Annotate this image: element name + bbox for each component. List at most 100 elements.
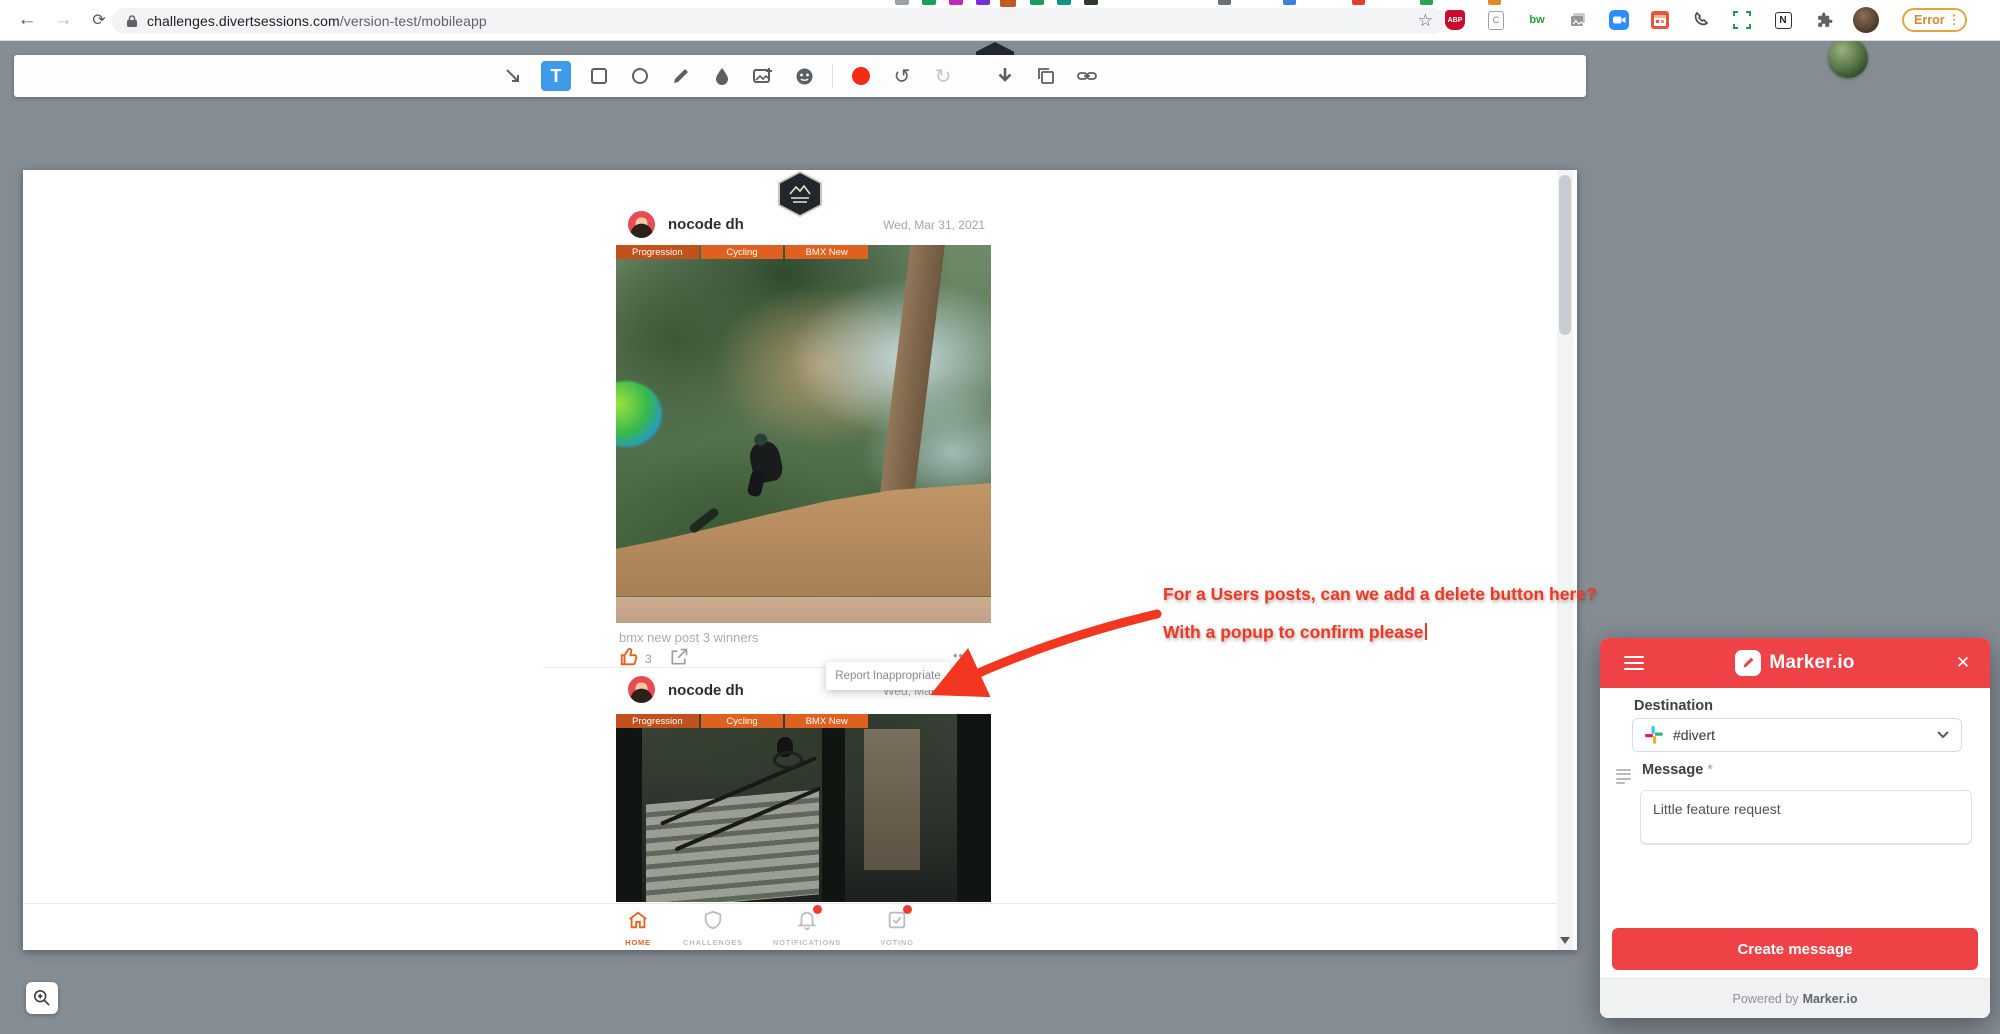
copy-icon[interactable]: [1033, 63, 1059, 89]
post-caption: bmx new post 3 winners: [619, 630, 758, 645]
message-label: Message *: [1642, 762, 1713, 778]
destination-label: Destination: [1634, 698, 1713, 714]
browser-profile-avatar[interactable]: [1853, 7, 1879, 33]
tab-fragment: [922, 0, 936, 5]
destination-value: #divert: [1673, 727, 1715, 743]
vote-checkbox-icon: [886, 909, 908, 931]
thumbs-up-icon: [619, 646, 641, 668]
export-tools-group: [992, 63, 1100, 89]
bitwarden-extension-icon[interactable]: bw: [1525, 8, 1549, 32]
tab-fragment: [1488, 0, 1501, 5]
pen-tool-icon[interactable]: [668, 63, 694, 89]
marker-close-button[interactable]: ✕: [1952, 653, 1974, 673]
notion-extension-icon[interactable]: N: [1771, 8, 1795, 32]
tab-progression[interactable]: Progression: [616, 714, 699, 728]
site-header-avatar[interactable]: [1828, 38, 1868, 78]
post-author-name: nocode dh: [668, 682, 744, 699]
photos-extension-icon[interactable]: [1566, 8, 1590, 32]
home-icon: [627, 909, 649, 931]
adblock-extension-icon[interactable]: ABP: [1443, 8, 1467, 32]
message-input[interactable]: Little feature request: [1640, 790, 1972, 844]
emoji-tool-icon[interactable]: [791, 63, 817, 89]
redo-icon[interactable]: ↻: [930, 63, 956, 89]
external-link-icon: [669, 647, 689, 667]
nav-voting[interactable]: VOTING: [852, 909, 942, 947]
link-icon[interactable]: [1074, 63, 1100, 89]
post-photo-skate-ramp: [616, 245, 991, 623]
page-scrollbar[interactable]: [1557, 170, 1573, 950]
tab-cycling[interactable]: Cycling: [701, 714, 784, 728]
nav-challenges[interactable]: CHALLENGES: [668, 909, 758, 947]
tab-bmx-new[interactable]: BMX New: [785, 245, 868, 259]
rectangle-tool-icon[interactable]: [586, 63, 612, 89]
share-button[interactable]: [669, 647, 689, 667]
tab-fragment: [895, 0, 909, 5]
chevron-down-icon: [1937, 726, 1949, 744]
error-label: Error: [1914, 13, 1945, 27]
app-bottom-nav: HOME CHALLENGES NOTIFICATIONS: [23, 903, 1557, 950]
address-bar[interactable]: challenges.divertsessions.com/version-te…: [112, 8, 1445, 34]
magnifier-plus-icon: [33, 989, 51, 1007]
marker-menu-button[interactable]: [1624, 652, 1644, 674]
tab-fragment: [1352, 0, 1365, 5]
marker-logo: Marker.io: [1600, 650, 1990, 676]
bookmark-star-icon[interactable]: ☆: [1418, 11, 1433, 31]
bell-icon: [796, 909, 818, 931]
reload-button[interactable]: ⟳: [86, 7, 112, 33]
ellipse-tool-icon[interactable]: [627, 63, 653, 89]
phone-extension-icon[interactable]: [1689, 8, 1713, 32]
blur-tool-icon[interactable]: [709, 63, 735, 89]
marker-widget: Marker.io ✕ Destination #divert Message …: [1600, 638, 1990, 1018]
annotation-text-2[interactable]: With a popup to confirm please: [1163, 622, 1427, 643]
category-tabs: Progression Cycling BMX New: [616, 714, 868, 728]
tab-fragment: [1000, 0, 1016, 7]
tab-fragment: [1084, 0, 1098, 5]
post-author-name: nocode dh: [668, 216, 744, 233]
image-tool-icon[interactable]: [750, 63, 776, 89]
create-message-button[interactable]: Create message: [1612, 928, 1978, 970]
stair-set: [646, 789, 819, 902]
site-logo[interactable]: [778, 171, 822, 217]
forward-button[interactable]: →: [50, 7, 76, 33]
notification-badge: [813, 905, 822, 914]
arrow-tool-icon[interactable]: [500, 63, 526, 89]
nav-notifications[interactable]: NOTIFICATIONS: [762, 909, 852, 947]
marker-header: Marker.io ✕: [1600, 638, 1990, 688]
tab-fragment: [949, 0, 963, 5]
tab-bmx-new[interactable]: BMX New: [785, 714, 868, 728]
marker-footer-brand[interactable]: Marker.io: [1803, 992, 1858, 1006]
zoom-button[interactable]: [26, 982, 58, 1014]
undo-icon[interactable]: ↺: [889, 63, 915, 89]
toolbar-divider: [832, 64, 833, 88]
download-icon[interactable]: [992, 63, 1018, 89]
post-author-avatar[interactable]: [628, 676, 655, 703]
browser-error-menu[interactable]: Error ⋮: [1902, 8, 1967, 32]
screen: ← → ⟳ challenges.divertsessions.com/vers…: [0, 0, 2000, 1034]
slack-icon: [1645, 726, 1663, 744]
marker-footer: Powered by Marker.io: [1600, 978, 1990, 1018]
voting-badge: [903, 905, 912, 914]
draw-tools-group: T ↺ ↻: [500, 61, 956, 91]
post-author-avatar[interactable]: [628, 211, 655, 238]
destination-select[interactable]: #divert: [1632, 718, 1962, 752]
color-swatch-red[interactable]: [848, 63, 874, 89]
like-button[interactable]: [619, 646, 641, 668]
annotation-arrow[interactable]: [905, 600, 1175, 715]
annotation-text-1[interactable]: For a Users posts, can we add a delete b…: [1163, 584, 1597, 605]
clipboard-extension-icon[interactable]: C: [1484, 8, 1508, 32]
calendar-extension-icon[interactable]: [1648, 8, 1672, 32]
capture-extension-icon[interactable]: [1730, 8, 1754, 32]
text-tool-icon[interactable]: T: [541, 61, 571, 91]
tab-fragment: [1030, 0, 1044, 5]
back-button[interactable]: ←: [14, 7, 40, 33]
tab-cycling[interactable]: Cycling: [701, 245, 784, 259]
shield-icon: [702, 909, 724, 931]
scroll-down-arrow[interactable]: [1560, 937, 1570, 944]
tab-progression[interactable]: Progression: [616, 245, 699, 259]
message-lines-icon: [1616, 766, 1631, 787]
extensions-puzzle-icon[interactable]: [1812, 8, 1836, 32]
kebab-menu-icon: ⋮: [1948, 12, 1961, 28]
tab-fragment: [1420, 0, 1433, 5]
zoom-extension-icon[interactable]: [1607, 8, 1631, 32]
scrollbar-thumb[interactable]: [1559, 175, 1571, 335]
